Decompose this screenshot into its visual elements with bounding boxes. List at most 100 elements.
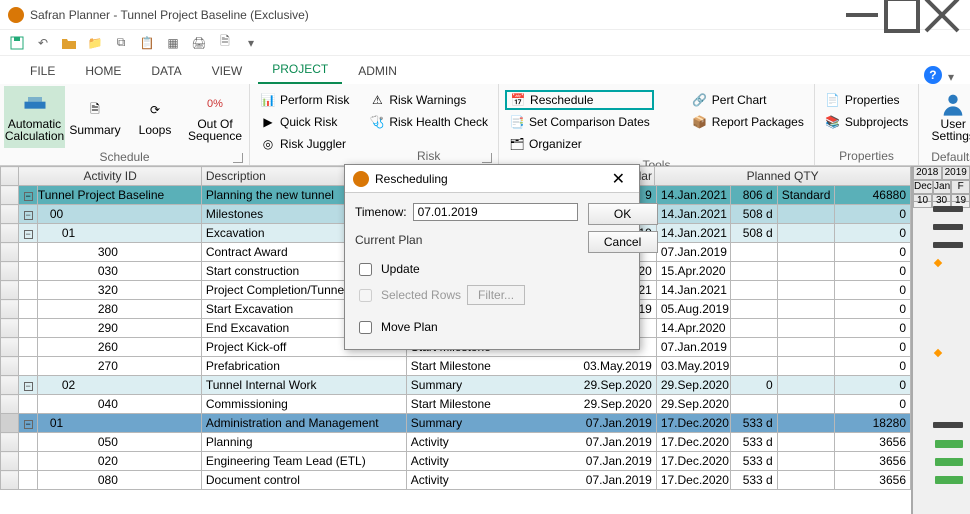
- schedule-launcher[interactable]: [233, 153, 243, 163]
- risk-health-button[interactable]: 🩺Risk Health Check: [365, 112, 492, 132]
- user-settings-button[interactable]: User Settings: [923, 86, 970, 148]
- table-row[interactable]: 020Engineering Team Lead (ETL)Activity07…: [1, 452, 911, 471]
- risk-warnings-button[interactable]: ⚠Risk Warnings: [365, 90, 492, 110]
- open-icon[interactable]: [60, 34, 78, 52]
- save-icon[interactable]: [8, 34, 26, 52]
- target-icon: ◎: [260, 136, 276, 152]
- gantt-bar: [933, 224, 963, 230]
- risk-launcher[interactable]: [482, 153, 492, 163]
- dialog-titlebar[interactable]: Rescheduling ✕: [345, 165, 639, 193]
- table-row[interactable]: 040CommissioningStart Milestone29.Sep.20…: [1, 395, 911, 414]
- tab-file[interactable]: FILE: [16, 58, 69, 84]
- subprojects-button[interactable]: 📚Subprojects: [821, 112, 912, 132]
- set-comparison-button[interactable]: 📑Set Comparison Dates: [505, 112, 654, 132]
- gantt-milestone: [934, 259, 942, 267]
- automatic-calculation-button[interactable]: Automatic Calculation: [4, 86, 65, 148]
- group-defaults: User Settings Defaults: [919, 84, 970, 165]
- table-row[interactable]: −02Tunnel Internal WorkSummary29.Sep.202…: [1, 376, 911, 395]
- group-tools: 📅Reschedule 📑Set Comparison Dates 🗂Organ…: [499, 84, 815, 165]
- gantt-bar: [933, 422, 963, 428]
- folder-icon[interactable]: 📁: [86, 34, 104, 52]
- organizer-icon: 🗂: [509, 136, 525, 152]
- perform-risk-button[interactable]: 📊Perform Risk: [256, 90, 353, 110]
- maximize-button[interactable]: [882, 1, 922, 29]
- ok-button[interactable]: OK: [588, 203, 658, 225]
- user-icon: [939, 92, 967, 116]
- dialog-close-button[interactable]: ✕: [606, 169, 631, 189]
- expander-icon[interactable]: −: [24, 230, 33, 239]
- minimize-button[interactable]: [842, 1, 882, 29]
- gantt-header: 20182019 DecJanF 103019: [913, 166, 970, 202]
- properties-icon: 📄: [825, 92, 841, 108]
- dropdown-icon[interactable]: ▾: [242, 34, 260, 52]
- expander-icon[interactable]: −: [24, 211, 33, 220]
- table-row[interactable]: 270PrefabricationStart Milestone03.May.2…: [1, 357, 911, 376]
- tab-data[interactable]: DATA: [137, 58, 195, 84]
- col-rowhandle[interactable]: [1, 167, 19, 186]
- cancel-button[interactable]: Cancel: [588, 231, 658, 253]
- group-label-properties: Properties: [839, 149, 894, 163]
- table-row[interactable]: 050PlanningActivity07.Jan.201917.Dec.202…: [1, 433, 911, 452]
- col-planned-qty[interactable]: Planned QTY: [655, 167, 910, 185]
- copy-icon[interactable]: ⧉: [112, 34, 130, 52]
- ribbon-collapse-icon[interactable]: ▾: [948, 70, 954, 84]
- organizer-button[interactable]: 🗂Organizer: [505, 134, 654, 154]
- gantt-bar: [935, 476, 963, 484]
- health-icon: 🩺: [369, 114, 385, 130]
- col-activity-id[interactable]: Activity ID: [19, 167, 201, 186]
- group-schedule: Automatic Calculation 🗎 Summary ⟳ Loops …: [0, 84, 250, 165]
- update-checkbox[interactable]: [359, 263, 372, 276]
- gantt-bar: [935, 458, 963, 466]
- chart-icon: 📊: [260, 92, 276, 108]
- timenow-input[interactable]: [413, 203, 578, 221]
- rescheduling-dialog: Rescheduling ✕ Timenow: OK Current Plan …: [344, 164, 640, 350]
- tab-project[interactable]: PROJECT: [258, 56, 342, 84]
- group-label-risk: Risk: [417, 149, 440, 163]
- expander-icon[interactable]: −: [24, 382, 33, 391]
- group-risk-actions: 📊Perform Risk ▶Quick Risk ◎Risk Juggler: [250, 84, 359, 165]
- ribbon-tabs: FILE HOME DATA VIEW PROJECT ADMIN ? ▾: [0, 56, 970, 84]
- current-plan-label: Current Plan: [355, 233, 578, 247]
- pert-icon: 🔗: [692, 92, 708, 108]
- grid-icon[interactable]: ▦: [164, 34, 182, 52]
- gantt-bar: [933, 242, 963, 248]
- undo-icon[interactable]: ↶: [34, 34, 52, 52]
- loops-icon: ⟳: [141, 98, 169, 122]
- report-packages-button[interactable]: 📦Report Packages: [688, 112, 808, 132]
- gantt-panel[interactable]: 20182019 DecJanF 103019: [912, 166, 970, 514]
- gantt-milestone: [934, 349, 942, 357]
- subprojects-icon: 📚: [825, 114, 841, 130]
- help-icon[interactable]: ?: [924, 66, 942, 84]
- warning-icon: ⚠: [369, 92, 385, 108]
- close-button[interactable]: [922, 1, 962, 29]
- window-title: Safran Planner - Tunnel Project Baseline…: [30, 8, 309, 22]
- report-icon: 📦: [692, 114, 708, 130]
- move-plan-checkbox[interactable]: [359, 321, 372, 334]
- table-row[interactable]: 080Document controlActivity07.Jan.201917…: [1, 471, 911, 490]
- risk-juggler-button[interactable]: ◎Risk Juggler: [256, 134, 353, 154]
- sheet-icon[interactable]: 🗎: [216, 34, 234, 52]
- play-icon: ▶: [260, 114, 276, 130]
- quick-risk-button[interactable]: ▶Quick Risk: [256, 112, 353, 132]
- summary-button[interactable]: 🗎 Summary: [65, 86, 125, 148]
- tab-admin[interactable]: ADMIN: [344, 58, 411, 84]
- out-of-sequence-button[interactable]: 0% Out Of Sequence: [185, 86, 245, 148]
- group-properties: 📄Properties 📚Subprojects Properties: [815, 84, 919, 165]
- calculator-icon: [21, 92, 49, 116]
- group-label-defaults: Defaults: [931, 150, 970, 164]
- pert-chart-button[interactable]: 🔗Pert Chart: [688, 90, 808, 110]
- table-row[interactable]: −01Administration and ManagementSummary0…: [1, 414, 911, 433]
- tab-home[interactable]: HOME: [71, 58, 135, 84]
- tab-view[interactable]: VIEW: [198, 58, 257, 84]
- paste-icon[interactable]: 📋: [138, 34, 156, 52]
- quick-access-toolbar: ↶ 📁 ⧉ 📋 ▦ 🖨 🗎 ▾: [0, 30, 970, 56]
- gantt-bar: [935, 440, 963, 448]
- expander-icon[interactable]: −: [24, 192, 33, 201]
- expander-icon[interactable]: −: [24, 420, 33, 429]
- gantt-bar: [933, 206, 963, 212]
- reschedule-icon: 📅: [510, 92, 526, 108]
- loops-button[interactable]: ⟳ Loops: [125, 86, 185, 148]
- properties-button[interactable]: 📄Properties: [821, 90, 912, 110]
- print-icon[interactable]: 🖨: [190, 34, 208, 52]
- reschedule-button[interactable]: 📅Reschedule: [505, 90, 654, 110]
